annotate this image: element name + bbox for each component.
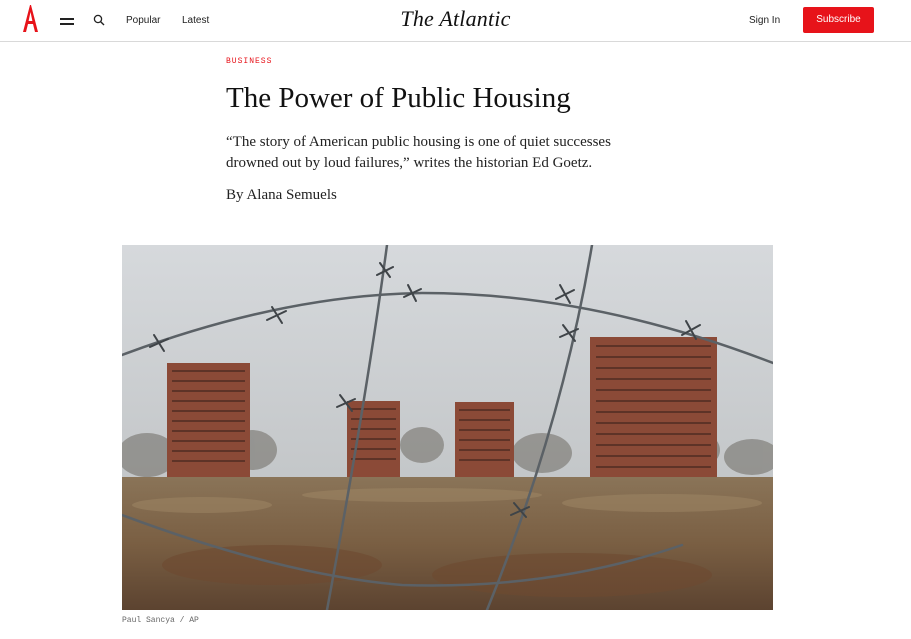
search-icon[interactable] xyxy=(93,14,105,26)
byline-prefix: By xyxy=(226,187,244,203)
section-label[interactable]: BUSINESS xyxy=(226,57,272,66)
author-link[interactable]: Alana Semuels xyxy=(246,187,336,203)
article-headline: The Power of Public Housing xyxy=(226,82,571,114)
lead-photo-illustration xyxy=(122,245,773,610)
sign-in-link[interactable]: Sign In xyxy=(749,15,780,26)
hamburger-menu-icon[interactable] xyxy=(60,18,74,26)
lead-photo xyxy=(122,245,773,610)
subscribe-button[interactable]: Subscribe xyxy=(803,7,874,33)
article-dek: “The story of American public housing is… xyxy=(226,134,611,171)
atlantic-logo-icon[interactable] xyxy=(20,4,40,34)
byline: By Alana Semuels xyxy=(226,187,337,204)
photo-credit: Paul Sancya / AP xyxy=(122,616,199,625)
top-navigation-bar: Popular Latest The Atlantic Sign In Subs… xyxy=(0,0,911,42)
nav-latest-link[interactable]: Latest xyxy=(182,15,209,26)
nav-popular-link[interactable]: Popular xyxy=(126,15,160,26)
